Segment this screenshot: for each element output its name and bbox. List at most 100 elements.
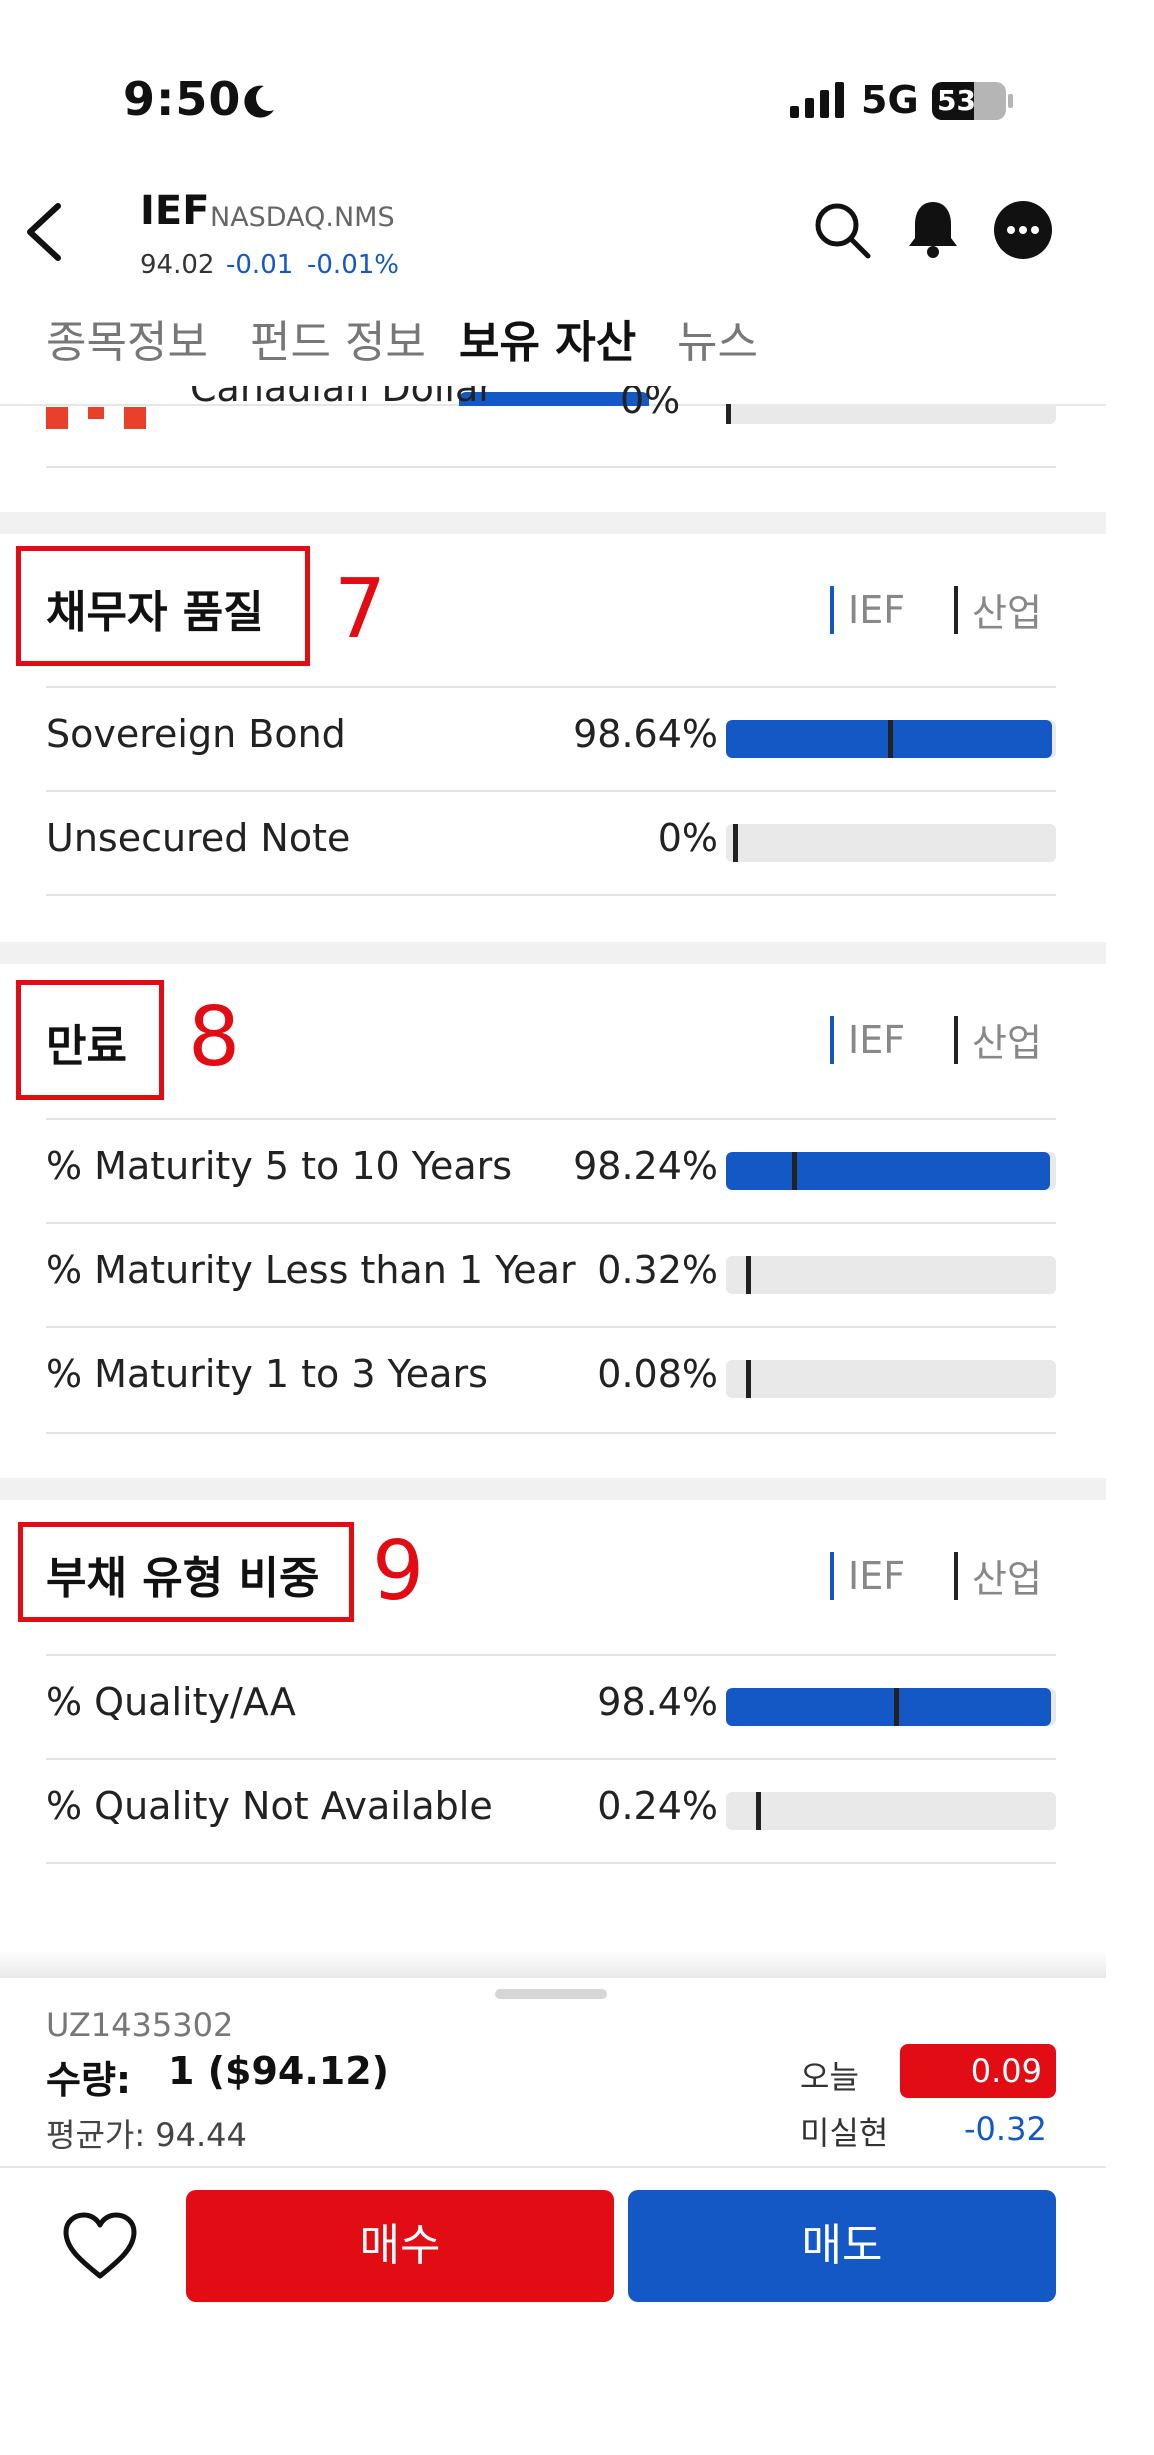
clipped-row-percent: 0% (620, 386, 681, 422)
quantity-label: 수량: (46, 2058, 132, 2102)
row-percent: 0.24% (597, 1784, 718, 1828)
sell-button[interactable]: 매도 (628, 2190, 1056, 2302)
average-price: 평균가: 94.44 (46, 2116, 247, 2154)
ticker-symbol: IEF (140, 188, 210, 234)
industry-marker (733, 824, 738, 862)
holding-bar (726, 1688, 1056, 1726)
holding-bar (726, 1256, 1056, 1294)
industry-marker (756, 1792, 761, 1830)
bell-icon[interactable] (905, 198, 961, 260)
row-divider (46, 1326, 1056, 1328)
tab-news[interactable]: 뉴스 (677, 306, 758, 370)
network-label: 5G (861, 78, 919, 122)
fund-bar-fill (726, 1152, 1050, 1190)
row-divider (46, 790, 1056, 792)
price-change: -0.01 (226, 250, 294, 280)
price-change-percent: -0.01% (307, 250, 399, 280)
row-percent: 98.4% (597, 1680, 718, 1724)
legend-fund-label: IEF (848, 1018, 906, 1062)
row-label: % Maturity Less than 1 Year (46, 1248, 576, 1292)
account-id: UZ1435302 (46, 2006, 234, 2044)
industry-marker (792, 1152, 797, 1190)
row-label: Unsecured Note (46, 816, 351, 860)
panel-shadow (0, 1950, 1106, 1978)
legend-fund-swatch (830, 1016, 834, 1064)
row-label: % Quality/AA (46, 1680, 296, 1724)
section-gap (0, 1478, 1106, 1500)
battery-level: 53 (937, 84, 976, 117)
legend-industry-label: 산업 (972, 1021, 1042, 1065)
back-arrow-icon[interactable] (22, 200, 66, 264)
row-divider (46, 1432, 1056, 1434)
legend-industry-swatch (954, 1016, 958, 1064)
section-title-maturity: 만료 (46, 1021, 127, 1072)
row-label: % Maturity 5 to 10 Years (46, 1144, 513, 1188)
row-divider (46, 1862, 1056, 1864)
row-divider (46, 1222, 1056, 1224)
legend-industry-swatch (954, 1552, 958, 1600)
row-divider (46, 1654, 1056, 1656)
holding-bar (726, 720, 1056, 758)
row-label: % Quality Not Available (46, 1784, 493, 1828)
row-percent: 98.24% (573, 1144, 718, 1188)
row-divider (46, 686, 1056, 688)
search-icon[interactable] (812, 200, 872, 260)
annotation-number-7: 7 (334, 562, 387, 657)
holding-bar (726, 1792, 1056, 1830)
today-label: 오늘 (800, 2058, 859, 2096)
panel-divider (0, 2166, 1106, 2168)
legend-fund-swatch (830, 1552, 834, 1600)
row-divider (46, 1118, 1056, 1120)
unrealized-label: 미실현 (800, 2114, 889, 2152)
industry-marker (746, 1256, 751, 1294)
exchange-label: NASDAQ.NMS (210, 202, 395, 233)
quantity-value: 1 ($94.12) (168, 2049, 390, 2093)
today-pnl-badge: 0.09 (900, 2044, 1056, 2098)
more-options-icon[interactable] (994, 201, 1052, 259)
legend-industry-swatch (954, 586, 958, 634)
status-time: 9:50 (123, 72, 242, 126)
section-gap (0, 942, 1106, 964)
holding-bar (726, 1360, 1056, 1398)
legend-industry-label: 산업 (972, 1557, 1042, 1601)
industry-marker (746, 1360, 751, 1398)
clipped-row-bar (726, 404, 1056, 424)
status-bar: 9:50 5G 53 (0, 0, 1106, 200)
row-percent: 0% (657, 816, 718, 860)
annotation-number-8: 8 (188, 990, 241, 1085)
tab-stock-info[interactable]: 종목정보 (46, 306, 208, 370)
holding-bar (726, 1152, 1056, 1190)
tab-holdings[interactable]: 보유 자산 (459, 306, 636, 370)
legend-fund-label: IEF (848, 588, 906, 632)
row-percent: 0.08% (597, 1352, 718, 1396)
tab-bar: 종목정보 펀드 정보 보유 자산 뉴스 (0, 306, 1106, 406)
clipped-row-industry-marker (726, 404, 731, 424)
last-price: 94.02 (140, 250, 215, 280)
drag-handle[interactable] (495, 1989, 607, 1999)
fund-bar-fill (726, 1688, 1051, 1726)
industry-marker (894, 1688, 899, 1726)
buy-button[interactable]: 매수 (186, 2190, 614, 2302)
row-percent: 0.32% (597, 1248, 718, 1292)
annotation-number-9: 9 (372, 1524, 425, 1619)
industry-marker (888, 720, 893, 758)
section-title-debt-type: 부채 유형 비중 (46, 1553, 320, 1604)
legend-fund-swatch (830, 586, 834, 634)
row-divider (46, 1758, 1056, 1760)
clipped-row-label: Canadian Dollar (190, 386, 494, 410)
row-label: Sovereign Bond (46, 712, 346, 756)
row-divider (46, 466, 1056, 468)
legend-fund-label: IEF (848, 1554, 906, 1598)
section-title-obligor-quality: 채무자 품질 (46, 587, 264, 638)
signal-icon (790, 82, 844, 118)
holding-bar (726, 824, 1056, 862)
unrealized-value: -0.32 (964, 2110, 1047, 2148)
moon-icon (244, 85, 274, 118)
tab-fund-info[interactable]: 펀드 정보 (250, 306, 426, 370)
row-divider (46, 894, 1056, 896)
section-gap (0, 512, 1106, 534)
row-percent: 98.64% (573, 712, 718, 756)
heart-icon[interactable] (60, 2210, 140, 2282)
legend-industry-label: 산업 (972, 591, 1042, 635)
canada-flag-icon (46, 407, 146, 429)
